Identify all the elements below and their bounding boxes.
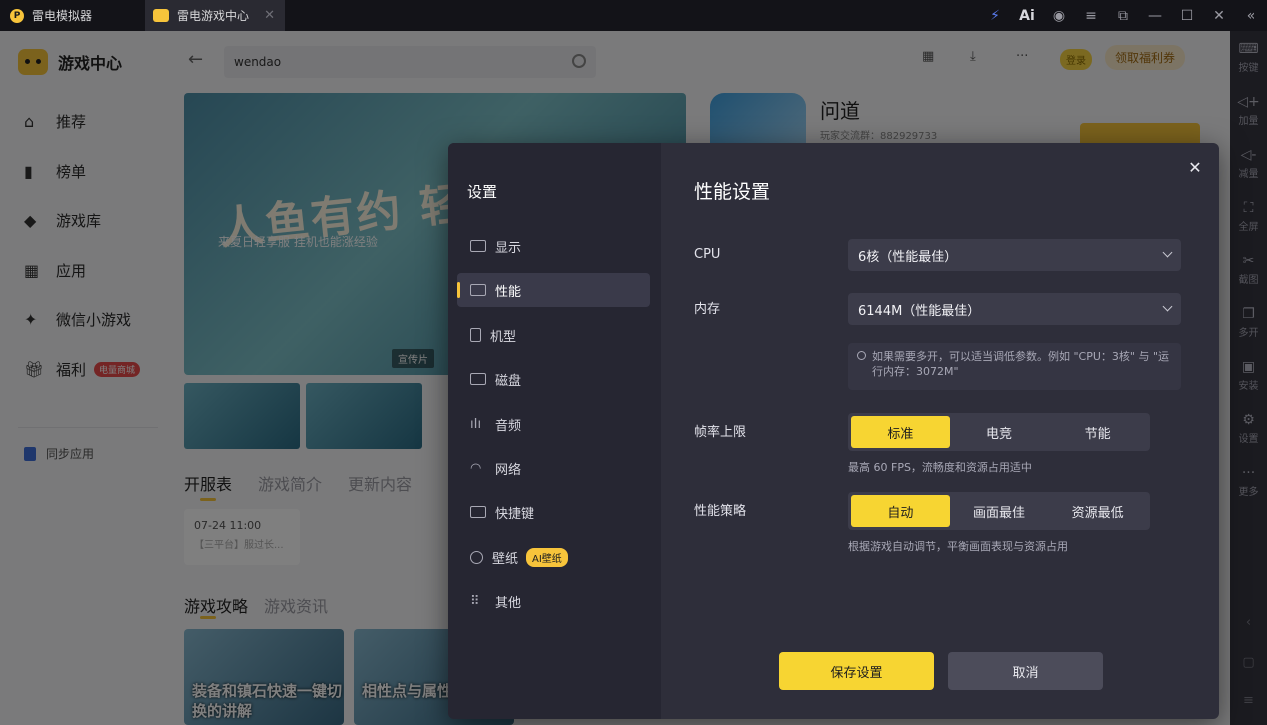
- title-bar: P 雷电模拟器 雷电游戏中心 ✕ ⚡ Ai ◉ ≡ ⧉ — ☐ ✕ «: [0, 0, 1267, 31]
- back-icon[interactable]: ‹: [1230, 615, 1267, 630]
- memory-value: 6144M（性能最佳）: [858, 303, 981, 319]
- tab-emulator[interactable]: P 雷电模拟器: [0, 0, 145, 31]
- multi-window-icon: ❐: [1242, 306, 1255, 322]
- fps-option-power-saving[interactable]: 节能: [1048, 416, 1147, 448]
- toolbar-keymap[interactable]: ⌨ 按键: [1230, 31, 1267, 84]
- maximize-icon[interactable]: ☐: [1171, 0, 1203, 31]
- volume-down-icon: ◁-: [1240, 147, 1257, 163]
- toolbar-screenshot[interactable]: ✂ 截图: [1230, 243, 1267, 296]
- keyboard-icon: [470, 506, 486, 518]
- memory-label: 内存: [694, 302, 721, 317]
- chevron-down-icon: [1162, 301, 1173, 312]
- cpu-label: CPU: [694, 247, 721, 262]
- float-window-icon[interactable]: ⧉: [1107, 0, 1139, 31]
- cpu-select[interactable]: 6核（性能最佳）: [848, 239, 1181, 271]
- strategy-option-auto[interactable]: 自动: [851, 495, 950, 527]
- wifi-icon: ◠: [470, 460, 482, 476]
- tab-game-center[interactable]: 雷电游戏中心 ✕: [145, 0, 285, 31]
- fps-description: 最高 60 FPS，流畅度和资源占用适中: [848, 461, 1032, 474]
- ai-wallpaper-badge: AI壁纸: [526, 547, 568, 567]
- fps-segmented-control: 标准 电竞 节能: [848, 413, 1150, 451]
- grid-icon: ⠿: [470, 593, 480, 609]
- tab-emulator-label: 雷电模拟器: [32, 9, 93, 23]
- cpu-value: 6核（性能最佳）: [858, 249, 958, 265]
- gear-icon: ⚙: [1242, 412, 1255, 428]
- cancel-button[interactable]: 取消: [948, 652, 1103, 690]
- lightbulb-icon: [857, 351, 866, 360]
- scissors-icon: ✂: [1242, 253, 1255, 269]
- keyboard-icon: ⌨: [1238, 41, 1259, 57]
- toolbar-settings[interactable]: ⚙ 设置: [1230, 402, 1267, 455]
- monitor-icon: [470, 240, 486, 252]
- collapse-sidebar-icon[interactable]: «: [1235, 0, 1267, 31]
- settings-dialog: 设置 显示 性能 机型 磁盘 ıIı 音频 ◠ 网络 快捷键 壁纸 AI壁纸 ⠿ 其他 …: [448, 143, 1219, 719]
- toolbar-volume-down[interactable]: ◁- 减量: [1230, 137, 1267, 190]
- menu-performance[interactable]: 性能: [457, 273, 650, 307]
- fps-option-esports[interactable]: 电竞: [950, 416, 1049, 448]
- apk-icon: ▣: [1241, 359, 1256, 375]
- right-toolbar: ⌨ 按键 ◁+ 加量 ◁- 减量 ⛶ 全屏 ✂ 截图 ❐ 多开 ▣ 安装 ⚙ 设置 ··· 更多 …: [1230, 31, 1267, 725]
- close-icon[interactable]: ✕: [1203, 0, 1235, 31]
- fullscreen-icon: ⛶: [1243, 200, 1254, 216]
- memory-hint: 如果需要多开，可以适当调低参数。例如 "CPU：3核" 与 "运行内存：3072…: [848, 343, 1181, 390]
- home-icon[interactable]: ▢: [1230, 655, 1267, 670]
- fps-option-standard[interactable]: 标准: [851, 416, 950, 448]
- disk-icon: [470, 373, 486, 385]
- memory-hint-text: 如果需要多开，可以适当调低参数。例如 "CPU：3核" 与 "运行内存：3072…: [872, 350, 1170, 378]
- menu-display[interactable]: 显示: [457, 229, 650, 263]
- toolbar-more[interactable]: ··· 更多: [1230, 455, 1267, 508]
- ai-icon[interactable]: Ai: [1011, 0, 1043, 31]
- toolbar-multi-instance[interactable]: ❐ 多开: [1230, 296, 1267, 349]
- menu-network[interactable]: ◠ 网络: [457, 451, 650, 485]
- strategy-option-lowest-resource[interactable]: 资源最低: [1048, 495, 1147, 527]
- more-icon: ···: [1241, 465, 1256, 481]
- menu-wallpaper[interactable]: 壁纸 AI壁纸: [457, 540, 650, 574]
- bolt-icon[interactable]: ⚡: [979, 0, 1011, 31]
- recent-apps-icon[interactable]: ≡: [1230, 693, 1267, 708]
- performance-icon: [470, 284, 486, 296]
- phone-icon: [470, 328, 481, 342]
- toolbar-volume-up[interactable]: ◁+ 加量: [1230, 84, 1267, 137]
- strategy-option-best-quality[interactable]: 画面最佳: [950, 495, 1049, 527]
- menu-audio[interactable]: ıIı 音频: [457, 407, 650, 441]
- performance-panel: ✕ 性能设置 CPU 6核（性能最佳） 内存 6144M（性能最佳） 如果需要多…: [661, 143, 1219, 719]
- window-controls: ⚡ Ai ◉ ≡ ⧉ — ☐ ✕ «: [979, 0, 1267, 31]
- fps-label: 帧率上限: [694, 425, 747, 440]
- menu-device-model[interactable]: 机型: [457, 318, 650, 352]
- dialog-close-icon[interactable]: ✕: [1185, 157, 1205, 177]
- menu-icon[interactable]: ≡: [1075, 0, 1107, 31]
- menu-other[interactable]: ⠿ 其他: [457, 584, 650, 618]
- palette-icon: [470, 550, 483, 564]
- memory-select[interactable]: 6144M（性能最佳）: [848, 293, 1181, 325]
- app-window: { "titlebar": { "app_tab": "雷电模拟器", "gam…: [0, 0, 1267, 725]
- strategy-label: 性能策略: [694, 504, 747, 519]
- toolbar-fullscreen[interactable]: ⛶ 全屏: [1230, 190, 1267, 243]
- emulator-logo-icon: P: [10, 8, 24, 23]
- menu-shortcuts[interactable]: 快捷键: [457, 495, 650, 529]
- chevron-down-icon: [1162, 247, 1173, 258]
- tab-close-icon[interactable]: ✕: [264, 8, 275, 23]
- active-indicator: [457, 282, 460, 298]
- user-icon[interactable]: ◉: [1043, 0, 1075, 31]
- strategy-segmented-control: 自动 画面最佳 资源最低: [848, 492, 1150, 530]
- save-button[interactable]: 保存设置: [779, 652, 934, 690]
- section-title: 性能设置: [694, 181, 771, 203]
- settings-title: 设置: [467, 183, 498, 201]
- audio-wave-icon: ıIı: [470, 416, 482, 432]
- toolbar-install[interactable]: ▣ 安装: [1230, 349, 1267, 402]
- minimize-icon[interactable]: —: [1139, 0, 1171, 31]
- game-center-logo-icon: [153, 9, 169, 22]
- menu-disk[interactable]: 磁盘: [457, 362, 650, 396]
- volume-up-icon: ◁+: [1237, 94, 1260, 110]
- tab-game-center-label: 雷电游戏中心: [177, 9, 250, 23]
- settings-menu: 设置 显示 性能 机型 磁盘 ıIı 音频 ◠ 网络 快捷键 壁纸 AI壁纸 ⠿ 其他: [448, 143, 661, 719]
- strategy-description: 根据游戏自动调节，平衡画面表现与资源占用: [848, 540, 1068, 553]
